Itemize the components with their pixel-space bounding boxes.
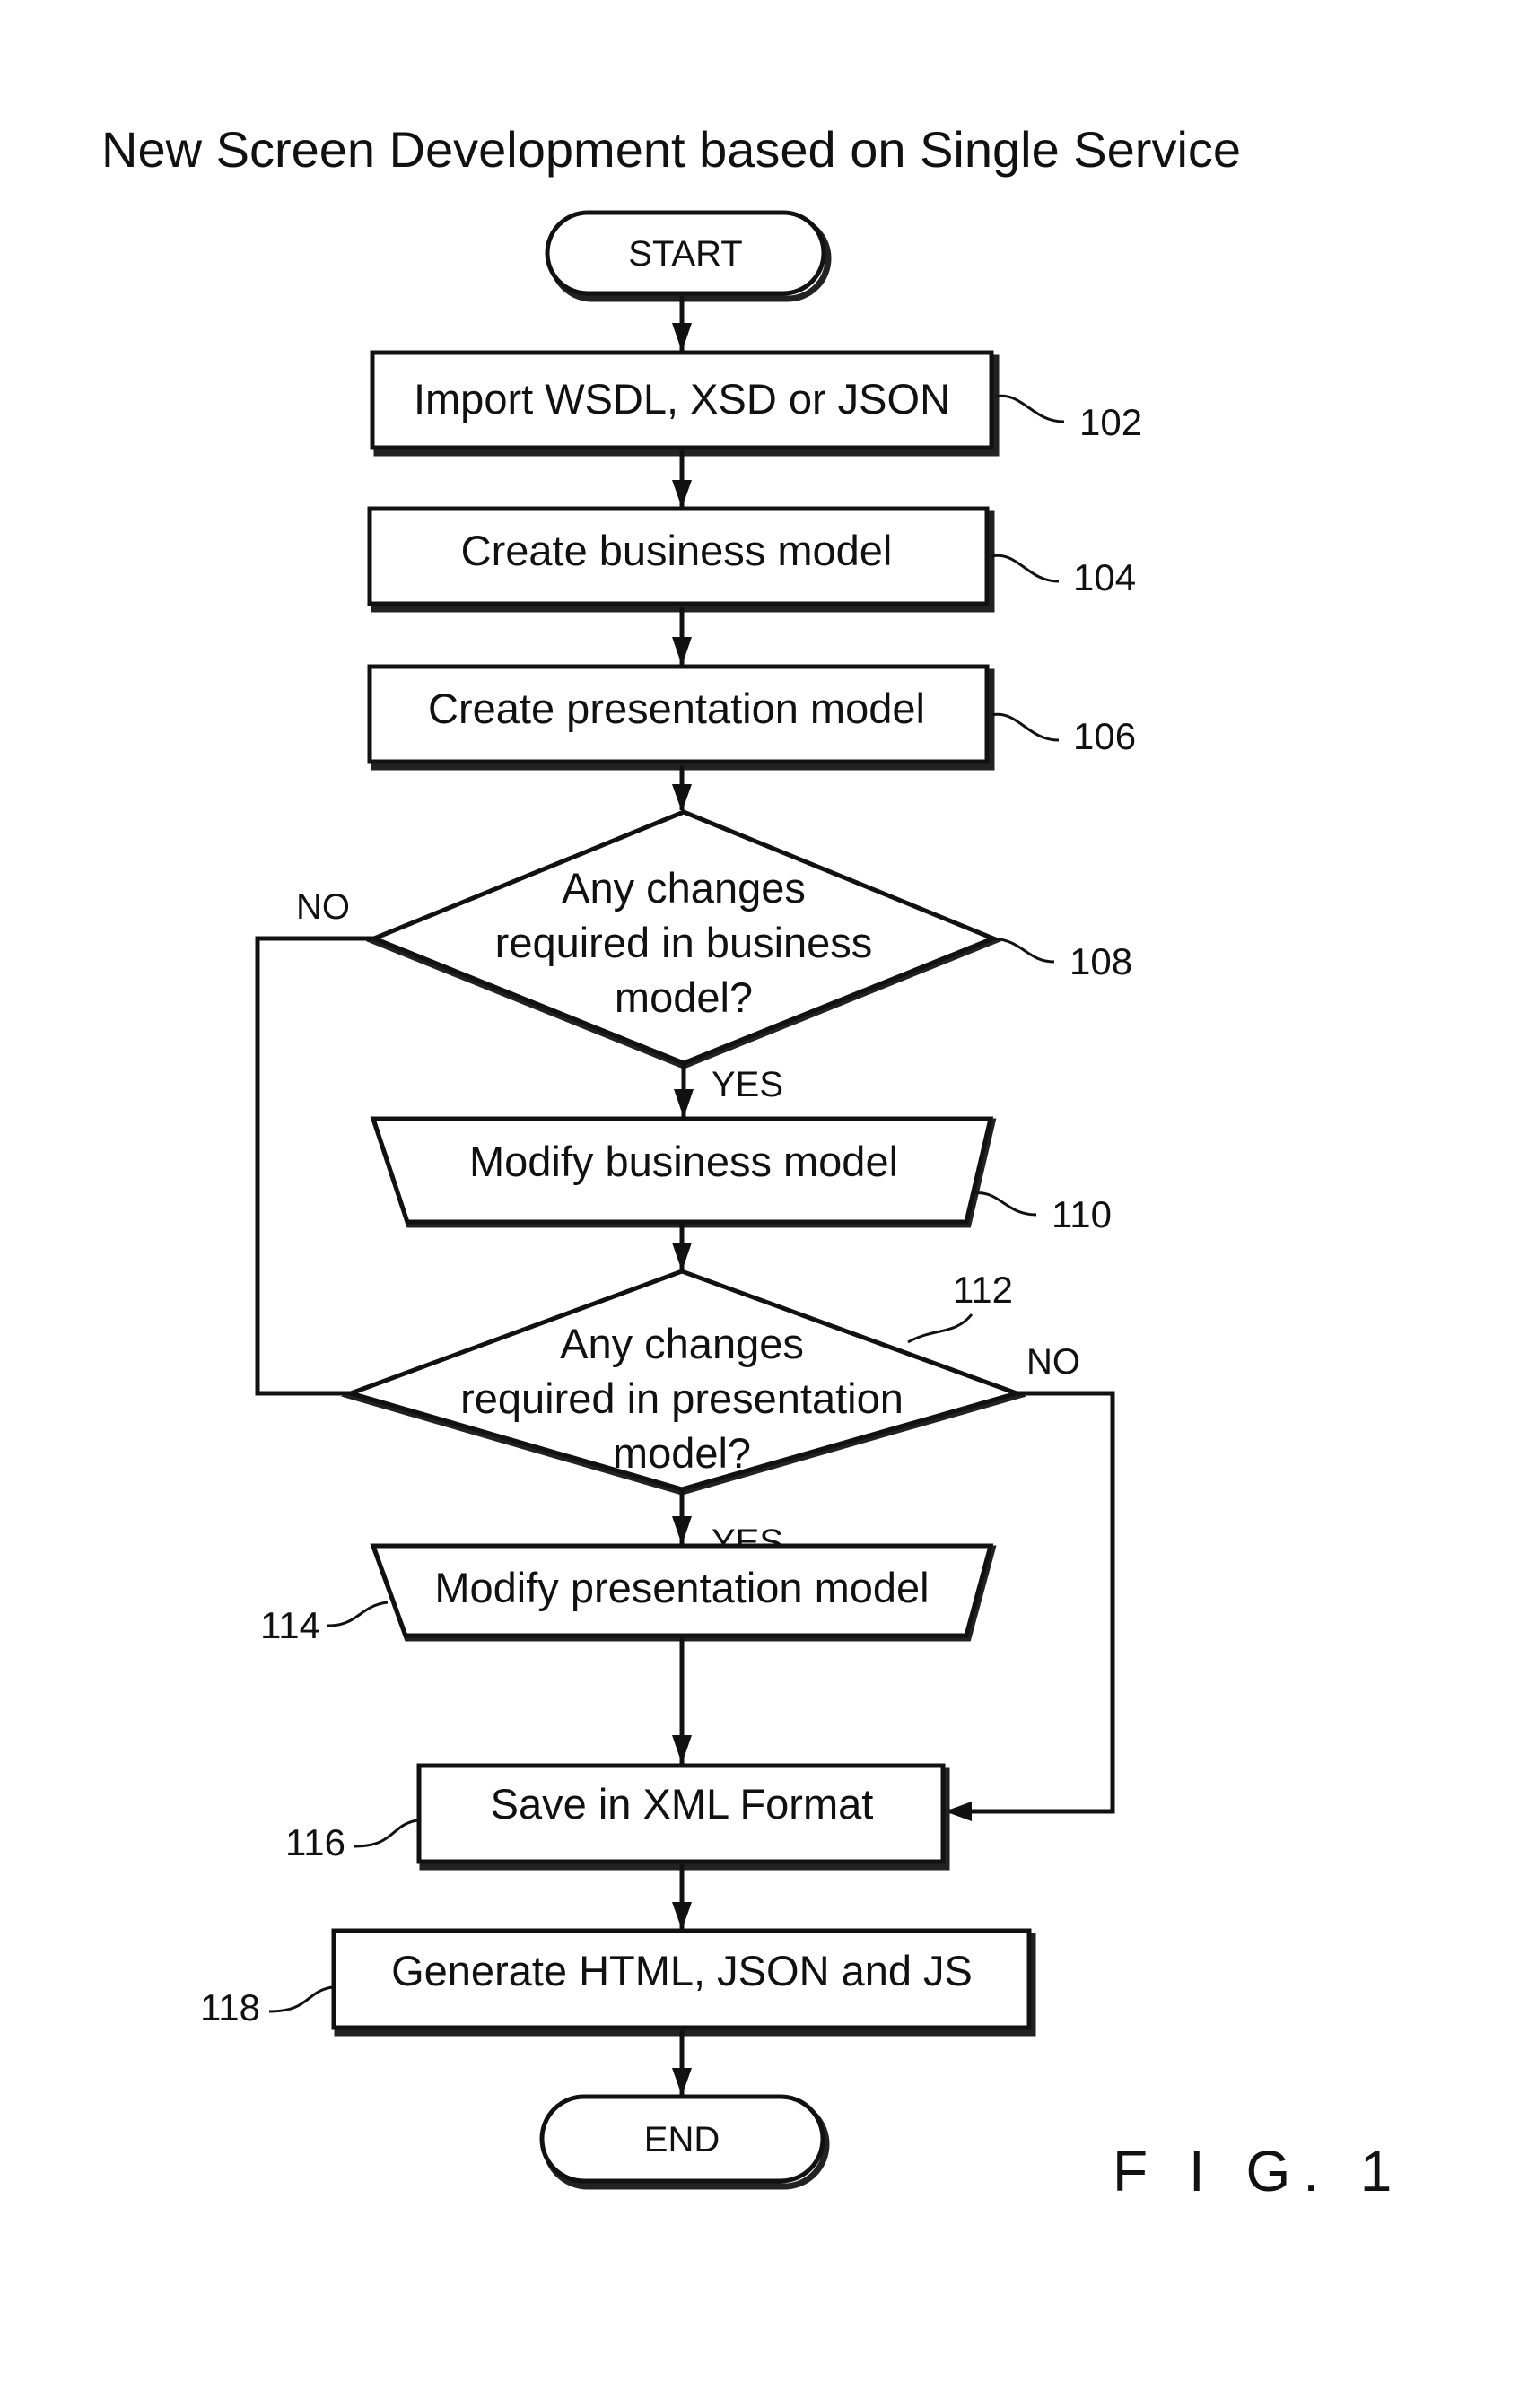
arrowhead-icon (674, 1089, 694, 1118)
arrowhead-icon (672, 784, 692, 812)
ref-110: 110 (1052, 1193, 1112, 1235)
leader-104 (991, 554, 1060, 583)
decision-112-line-1: Any changes (560, 1320, 804, 1367)
ref-108: 108 (1070, 940, 1132, 982)
decision-112-line-2: required in presentation (460, 1374, 904, 1422)
step-104-text: Create business model (461, 527, 893, 574)
step-102-text: Import WSDL, XSD or JSON (414, 375, 950, 423)
step-118-text: Generate HTML, JSON and JS (391, 1947, 973, 1994)
leader-118 (268, 1985, 333, 2013)
leader-102 (994, 394, 1065, 423)
start-label: START (628, 234, 742, 274)
step-116-text: Save in XML Format (491, 1780, 874, 1828)
figure-label: F I G. 1 (1113, 2139, 1404, 2203)
leader-108 (992, 937, 1055, 964)
step-110-modify-business-model: Modify business model (370, 1116, 997, 1228)
step-110-text: Modify business model (469, 1138, 898, 1185)
branch-108-yes: YES (712, 1065, 783, 1104)
step-118-generate-html-json-js: Generate HTML, JSON and JS (331, 1928, 1036, 2037)
leader-112 (907, 1313, 974, 1344)
end-terminal: END (539, 2094, 830, 2190)
arrowhead-icon (672, 323, 692, 352)
ref-102: 102 (1079, 401, 1142, 443)
decision-108-line-1: Any changes (562, 864, 806, 912)
step-102-import: Import WSDL, XSD or JSON (370, 350, 1000, 457)
leader-106 (991, 712, 1060, 742)
decision-108-line-2: required in business (495, 919, 873, 966)
step-106-create-presentation-model: Create presentation model (367, 664, 995, 771)
step-106-text: Create presentation model (428, 685, 925, 732)
decision-108-line-3: model? (615, 973, 753, 1021)
ref-116: 116 (285, 1821, 345, 1863)
arrow-108-no-to-112 (255, 936, 374, 1396)
leader-114 (327, 1601, 389, 1627)
end-label: END (644, 2120, 720, 2159)
arrowhead-icon (672, 1516, 692, 1545)
decision-108-business-model-changes: Any changes required in business model? (365, 809, 1002, 1069)
arrowhead-icon (672, 637, 692, 666)
step-114-text: Modify presentation model (434, 1564, 929, 1611)
step-104-create-business-model: Create business model (367, 506, 995, 613)
arrowhead-icon (672, 2068, 692, 2096)
branch-112-no: NO (1026, 1342, 1080, 1382)
ref-106: 106 (1073, 715, 1136, 757)
start-terminal: START (545, 210, 832, 302)
leader-110 (972, 1191, 1037, 1217)
step-114-modify-presentation-model: Modify presentation model (370, 1543, 997, 1642)
arrowhead-icon (672, 480, 692, 508)
decision-112-line-3: model? (613, 1429, 751, 1477)
leader-116 (354, 1819, 418, 1848)
ref-112: 112 (953, 1269, 1013, 1311)
ref-114: 114 (260, 1604, 320, 1646)
step-116-save-xml: Save in XML Format (416, 1763, 950, 1871)
decision-112-presentation-model-changes: Any changes required in presentation mod… (340, 1269, 1027, 1496)
ref-118: 118 (200, 1986, 260, 2028)
arrowhead-icon (672, 1902, 692, 1930)
arrowhead-icon (672, 1243, 692, 1271)
ref-104: 104 (1073, 556, 1136, 598)
arrowhead-icon (672, 1735, 692, 1764)
diagram-title: New Screen Development based on Single S… (101, 121, 1241, 178)
branch-108-no: NO (296, 887, 350, 927)
flowchart: New Screen Development based on Single S… (101, 121, 1404, 2203)
